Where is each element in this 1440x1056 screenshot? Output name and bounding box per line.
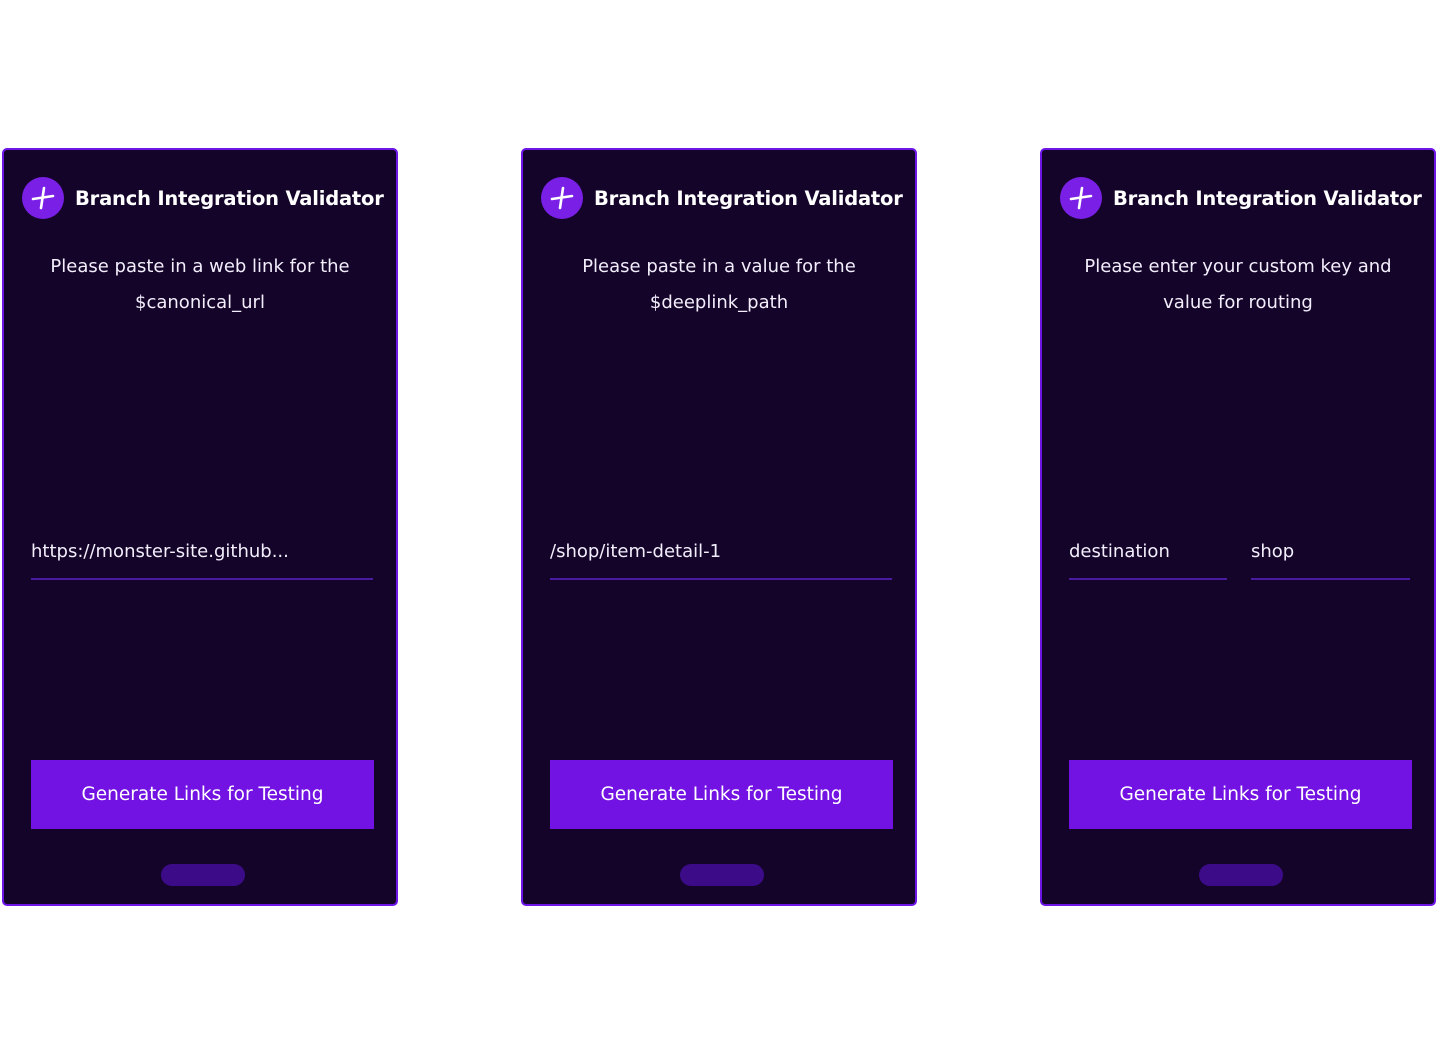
generate-links-button[interactable]: Generate Links for Testing: [1069, 760, 1412, 829]
branch-logo-icon: [541, 177, 583, 219]
app-header: Branch Integration Validator: [541, 176, 905, 220]
generate-links-button[interactable]: Generate Links for Testing: [31, 760, 374, 829]
prompt-text: Please enter your custom key and value f…: [1084, 256, 1392, 313]
branch-logo-icon: [1060, 177, 1102, 219]
home-indicator[interactable]: [680, 864, 764, 886]
branch-logo-icon: [22, 177, 64, 219]
custom-key-input[interactable]: destination: [1069, 532, 1227, 580]
app-header: Branch Integration Validator: [1060, 176, 1424, 220]
phone-screen-deeplink-path: Branch Integration Validator Please past…: [521, 148, 917, 906]
stage: Branch Integration Validator Please past…: [0, 0, 1440, 1056]
app-title: Branch Integration Validator: [1113, 186, 1422, 210]
phone-screen-canonical-url: Branch Integration Validator Please past…: [2, 148, 398, 906]
deeplink-path-input[interactable]: /shop/item-detail-1: [550, 532, 892, 580]
prompt-text: Please paste in a web link for the $cano…: [50, 256, 350, 313]
home-indicator[interactable]: [1199, 864, 1283, 886]
custom-value-input[interactable]: shop: [1251, 532, 1410, 580]
prompt-text: Please paste in a value for the $deeplin…: [582, 256, 856, 313]
app-title: Branch Integration Validator: [75, 186, 384, 210]
app-header: Branch Integration Validator: [22, 176, 386, 220]
phone-screen-custom-key-value: Branch Integration Validator Please ente…: [1040, 148, 1436, 906]
canonical-url-input[interactable]: https://monster-site.github...: [31, 532, 373, 580]
app-title: Branch Integration Validator: [594, 186, 903, 210]
home-indicator[interactable]: [161, 864, 245, 886]
generate-links-button[interactable]: Generate Links for Testing: [550, 760, 893, 829]
